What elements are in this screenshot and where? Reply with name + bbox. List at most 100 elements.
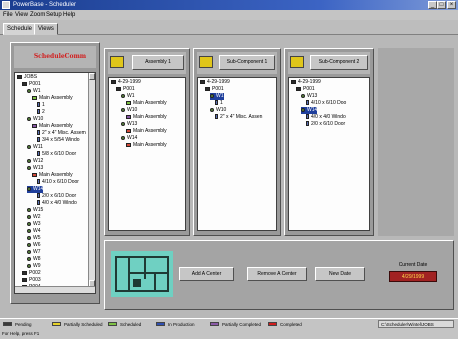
tree-row[interactable]: 2" x 4" Misc. Assem xyxy=(37,130,86,137)
tree-row[interactable]: W8 xyxy=(27,256,41,263)
tree-row[interactable]: 4-29-1999 xyxy=(111,79,141,86)
assembly-tree[interactable]: 4-29-1999 P001 W1 Main Assembly W10 Main Asse… xyxy=(108,77,186,231)
tree-row[interactable]: W13 xyxy=(301,93,317,100)
tree-row-label: W10 xyxy=(127,107,138,113)
tree-row[interactable]: W5 xyxy=(27,235,41,242)
menu-setup[interactable]: Setup xyxy=(46,11,62,19)
jobs-tree[interactable]: JOBS P001 W1 Main Assembly 1 2 W10 Main Assembl… xyxy=(14,72,96,294)
new-date-button[interactable]: New Date xyxy=(315,267,365,281)
tree-row[interactable]: 4/10 x 6/10 Doo xyxy=(306,100,346,107)
tree-row[interactable]: Main Assembly xyxy=(32,95,73,102)
tree-row-label: W13 xyxy=(127,121,138,127)
tree-row[interactable]: 2" x 4" Misc. Assen xyxy=(215,114,262,121)
close-button[interactable]: × xyxy=(447,1,456,9)
tree-row[interactable]: W10 xyxy=(121,107,137,114)
tree-row[interactable]: 4-29-1999 xyxy=(200,79,230,86)
menu-help[interactable]: Help xyxy=(63,11,75,19)
minimize-button[interactable]: _ xyxy=(428,1,437,9)
tree-row-label: W4 xyxy=(33,228,41,234)
tree-row[interactable]: 4/10 x 6/10 Door xyxy=(37,179,79,186)
tab-strip: Schedule Views xyxy=(0,20,458,35)
sub-component-2-button[interactable]: Sub-Component 2 xyxy=(310,55,368,70)
tree-row[interactable]: JOBS xyxy=(17,74,37,81)
tree-row[interactable]: Main Assembly xyxy=(126,128,167,135)
tree-row[interactable]: Main Assembly xyxy=(126,114,167,121)
doc-icon xyxy=(37,200,40,206)
tree-row[interactable]: 2 xyxy=(37,109,45,116)
remove-center-button[interactable]: Remove A Center xyxy=(247,267,307,281)
completed-swatch xyxy=(268,322,277,326)
tab-schedule[interactable]: Schedule xyxy=(3,23,37,35)
tree-row[interactable]: Main Assembly xyxy=(126,142,167,149)
tree-row[interactable]: 2/0 x 6/10 Door xyxy=(37,193,76,200)
tree-row-label: P001 xyxy=(29,81,41,87)
tree-row[interactable]: P001 xyxy=(116,86,135,93)
tree-row[interactable]: P001 xyxy=(205,86,224,93)
tree-row[interactable]: W10 xyxy=(27,116,43,123)
tree-row[interactable]: 5/8 x 6/10 Door xyxy=(37,151,76,158)
jobs-tree-vscroll[interactable] xyxy=(88,73,95,287)
tree-row[interactable]: P002 xyxy=(22,270,41,277)
tree-row[interactable]: P003 xyxy=(22,277,41,284)
tree-row-label: 1 xyxy=(42,102,45,108)
tree-row[interactable]: W14 xyxy=(121,135,137,142)
tree-row[interactable]: P001 xyxy=(22,81,41,88)
scroll-up-button[interactable] xyxy=(89,73,95,80)
tree-row[interactable]: W1 xyxy=(27,88,41,95)
tree-row-label: Main Assembly xyxy=(133,114,167,120)
menu-view[interactable]: View xyxy=(15,11,28,19)
sub-component-1-button[interactable]: Sub-Component 1 xyxy=(219,55,275,70)
tree-row-label: W14 xyxy=(127,135,138,141)
tree-row[interactable]: W10 xyxy=(210,107,226,114)
gear-icon xyxy=(27,214,31,219)
add-center-button[interactable]: Add A Center xyxy=(179,267,234,281)
app-icon[interactable] xyxy=(2,1,10,9)
sub-component-1-tree[interactable]: 4-29-1999 P001 W1 1 W10 2" x 4" Misc. Assen xyxy=(197,77,277,231)
sub-component-2-tree[interactable]: 4-29-1999 P001 W13 4/10 x 6/10 Doo W14 4/0 x … xyxy=(288,77,370,231)
tree-row[interactable]: W2 xyxy=(27,214,41,221)
legend-scheduled: Scheduled xyxy=(120,322,142,327)
menu-zoom[interactable]: Zoom xyxy=(30,11,45,19)
legend-partially-scheduled: Partially Scheduled xyxy=(64,322,103,327)
folder-icon xyxy=(200,79,205,84)
tree-row-label: Main Assembly xyxy=(39,123,73,129)
tree-row[interactable]: W1 xyxy=(210,93,224,100)
tree-row[interactable]: W14 xyxy=(27,186,44,193)
tree-row-label: W3 xyxy=(33,221,41,227)
tree-row[interactable]: W6 xyxy=(27,242,41,249)
doc-icon xyxy=(37,109,40,115)
tree-row[interactable]: W11 xyxy=(27,144,43,151)
tree-row[interactable]: 3/4 x 5/54 Windo xyxy=(37,137,80,144)
path-display: C:\Scheduler\Wintel\JOBS xyxy=(378,320,454,328)
tree-row[interactable]: 4/0 x 4/0 Windo xyxy=(37,200,77,207)
tree-row[interactable]: W9 xyxy=(27,263,41,270)
tab-views[interactable]: Views xyxy=(34,23,58,35)
tree-row[interactable]: Main Assembly xyxy=(32,172,73,179)
tree-row[interactable]: W14 xyxy=(301,107,318,114)
partially-scheduled-swatch xyxy=(52,322,61,326)
tree-row[interactable]: W7 xyxy=(27,249,41,256)
tree-row[interactable]: W12 xyxy=(27,158,43,165)
window-title: PowerBase - Scheduler xyxy=(13,2,77,8)
tree-row[interactable]: W4 xyxy=(27,228,41,235)
tree-row[interactable]: W15 xyxy=(27,207,43,214)
menu-file[interactable]: File xyxy=(3,11,13,19)
gear-icon xyxy=(27,228,31,233)
tree-row[interactable]: P001 xyxy=(296,86,315,93)
tree-row[interactable]: W13 xyxy=(27,165,43,172)
tree-row[interactable]: W3 xyxy=(27,221,41,228)
tree-row-label: 4-29-1999 xyxy=(118,79,141,85)
tree-row[interactable]: 2/0 x 6/10 Door xyxy=(306,121,345,128)
tree-row[interactable]: Main Assembly xyxy=(126,100,167,107)
jobs-tree-hscroll[interactable] xyxy=(15,286,95,293)
tree-row[interactable]: 1 xyxy=(215,100,223,107)
tree-row-label: W15 xyxy=(33,207,44,213)
maximize-button[interactable]: □ xyxy=(437,1,446,9)
tree-row[interactable]: Main Assembly xyxy=(32,123,73,130)
tree-row[interactable]: 4-29-1999 xyxy=(291,79,321,86)
tree-row[interactable]: W1 xyxy=(121,93,135,100)
tree-row[interactable]: 1 xyxy=(37,102,45,109)
assembly-1-button[interactable]: Assembly 1 xyxy=(132,55,184,70)
tree-row[interactable]: 4/0 x 4/0 Windo xyxy=(306,114,346,121)
tree-row[interactable]: W13 xyxy=(121,121,137,128)
